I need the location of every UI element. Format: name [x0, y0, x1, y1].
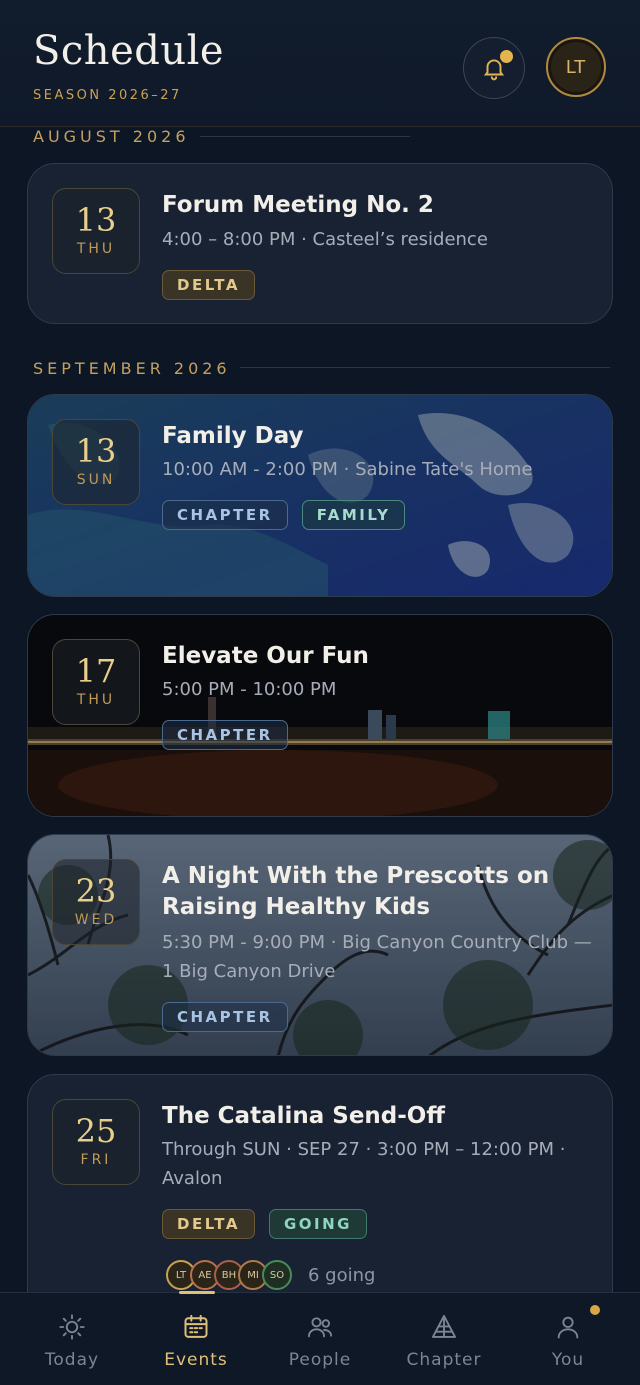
- event-card-prescotts-night[interactable]: 23 WED A Night With the Prescotts on Rai…: [27, 834, 613, 1056]
- tab-label: You: [551, 1350, 585, 1370]
- app-header: Schedule SEASON 2026–27 LT: [0, 0, 640, 127]
- profile-avatar-button[interactable]: LT: [546, 37, 606, 97]
- tab-label: Events: [164, 1350, 228, 1370]
- bottom-tab-bar: Today Events People Chapter You: [0, 1291, 640, 1385]
- event-meta: 5:00 PM - 10:00 PM: [162, 679, 337, 700]
- tag-delta: DELTA: [162, 1209, 255, 1239]
- event-title: Forum Meeting No. 2: [162, 192, 434, 218]
- tag-chapter: CHAPTER: [162, 720, 288, 750]
- event-title: Elevate Our Fun: [162, 643, 369, 669]
- tab-label: Chapter: [406, 1350, 482, 1370]
- page-title: Schedule: [33, 28, 225, 74]
- month-label: SEPTEMBER 2026: [33, 359, 231, 378]
- notification-dot: [500, 50, 513, 63]
- event-meta: 10:00 AM - 2:00 PM · Sabine Tate's Home: [162, 459, 533, 480]
- calendar-icon: [184, 1314, 208, 1338]
- notifications-button[interactable]: [463, 37, 525, 99]
- tab-label: People: [288, 1350, 352, 1370]
- season-label: SEASON 2026–27: [33, 88, 182, 103]
- tab-you[interactable]: You: [504, 1293, 632, 1385]
- month-divider: [200, 136, 410, 137]
- event-day: 13: [75, 201, 117, 239]
- event-card-forum-meeting[interactable]: 13 THU Forum Meeting No. 2 4:00 – 8:00 P…: [27, 163, 613, 324]
- event-date-badge: 13 SUN: [52, 419, 140, 505]
- event-title: Family Day: [162, 423, 304, 449]
- month-heading-september: SEPTEMBER 2026: [33, 359, 231, 378]
- attendee-list[interactable]: LT AE BH MI SO 6 going: [166, 1260, 375, 1290]
- active-tab-indicator: [179, 1291, 215, 1294]
- tab-chapter[interactable]: Chapter: [380, 1293, 508, 1385]
- tab-events[interactable]: Events: [132, 1291, 260, 1385]
- avatar-initials: LT: [565, 56, 587, 78]
- user-icon: [557, 1316, 579, 1339]
- tag-chapter: CHAPTER: [162, 500, 288, 530]
- event-day: 17: [75, 652, 117, 690]
- event-date-badge: 13 THU: [52, 188, 140, 274]
- you-notification-dot: [590, 1305, 600, 1315]
- event-meta: 5:30 PM - 9:00 PM · Big Canyon Country C…: [162, 932, 592, 982]
- going-count: 6 going: [308, 1264, 376, 1286]
- people-icon: [307, 1317, 333, 1338]
- month-label: AUGUST 2026: [33, 127, 190, 146]
- event-date-badge: 17 THU: [52, 639, 140, 725]
- month-divider: [240, 367, 610, 368]
- event-date-badge: 23 WED: [52, 859, 140, 945]
- tab-people[interactable]: People: [256, 1293, 384, 1385]
- event-title: A Night With the Prescotts on Raising He…: [162, 863, 550, 920]
- event-day: 25: [75, 1112, 117, 1150]
- tab-label: Today: [44, 1350, 100, 1370]
- chapter-icon: [431, 1314, 457, 1338]
- tag-going: GOING: [268, 1209, 367, 1239]
- event-day: 13: [75, 432, 117, 470]
- event-date-badge: 25 FRI: [52, 1099, 140, 1185]
- tag-chapter: CHAPTER: [162, 1002, 288, 1032]
- tab-today[interactable]: Today: [8, 1293, 136, 1385]
- event-meta: Through SUN · SEP 27 · 3:00 PM – 12:00 P…: [162, 1139, 566, 1189]
- event-weekday: FRI: [80, 1152, 112, 1168]
- tag-delta: DELTA: [162, 270, 255, 300]
- month-heading-august: AUGUST 2026: [33, 127, 190, 146]
- event-weekday: THU: [76, 241, 116, 257]
- event-card-family-day[interactable]: 13 SUN Family Day 10:00 AM - 2:00 PM · S…: [27, 394, 613, 597]
- event-meta: 4:00 – 8:00 PM · Casteel’s residence: [162, 229, 488, 250]
- sun-icon: [59, 1314, 85, 1340]
- event-weekday: THU: [76, 692, 116, 708]
- event-day: 23: [75, 872, 117, 910]
- event-weekday: WED: [74, 912, 118, 928]
- event-card-elevate-our-fun[interactable]: 17 THU Elevate Our Fun 5:00 PM - 10:00 P…: [27, 614, 613, 817]
- event-title: The Catalina Send-Off: [162, 1103, 445, 1129]
- event-weekday: SUN: [76, 472, 116, 488]
- attendee-avatar: SO: [262, 1260, 292, 1290]
- tag-family: FAMILY: [301, 500, 406, 530]
